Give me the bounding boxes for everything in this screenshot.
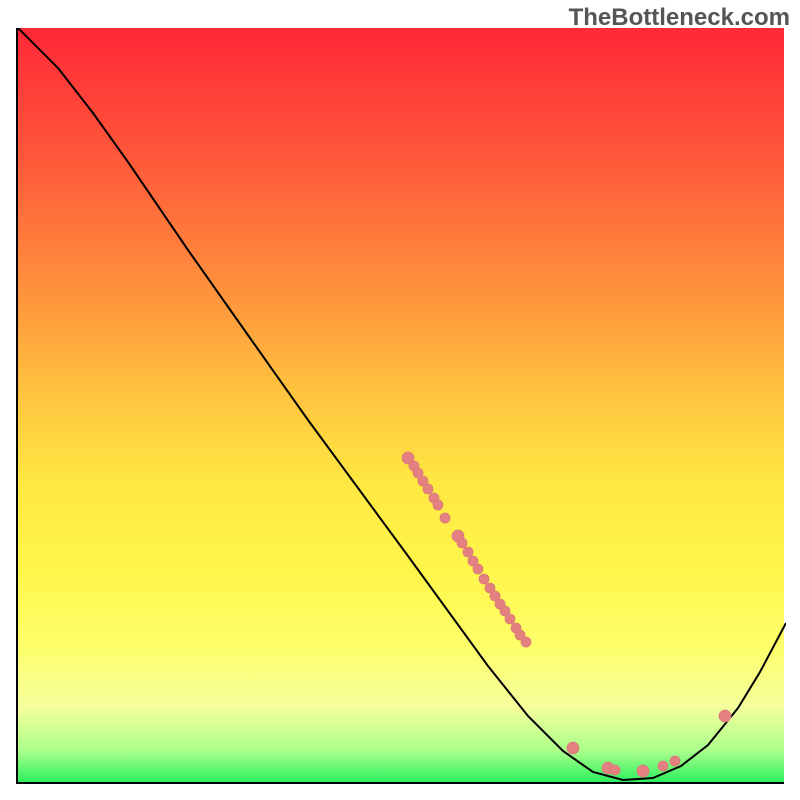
data-point bbox=[440, 513, 450, 523]
data-point bbox=[473, 564, 483, 574]
data-point bbox=[637, 765, 649, 777]
plot-area bbox=[16, 28, 784, 784]
data-point bbox=[423, 484, 433, 494]
data-point bbox=[670, 756, 680, 766]
data-point bbox=[457, 538, 467, 548]
data-point bbox=[521, 637, 531, 647]
data-point bbox=[567, 742, 579, 754]
data-point bbox=[610, 765, 620, 775]
bottleneck-curve bbox=[18, 28, 786, 780]
data-point bbox=[479, 574, 489, 584]
chart-svg bbox=[18, 28, 786, 784]
chart-container: TheBottleneck.com bbox=[0, 0, 800, 800]
data-point bbox=[658, 761, 668, 771]
data-point bbox=[463, 547, 473, 557]
data-point bbox=[719, 710, 731, 722]
data-point bbox=[433, 500, 443, 510]
watermark-text: TheBottleneck.com bbox=[569, 4, 790, 32]
data-point bbox=[505, 614, 515, 624]
